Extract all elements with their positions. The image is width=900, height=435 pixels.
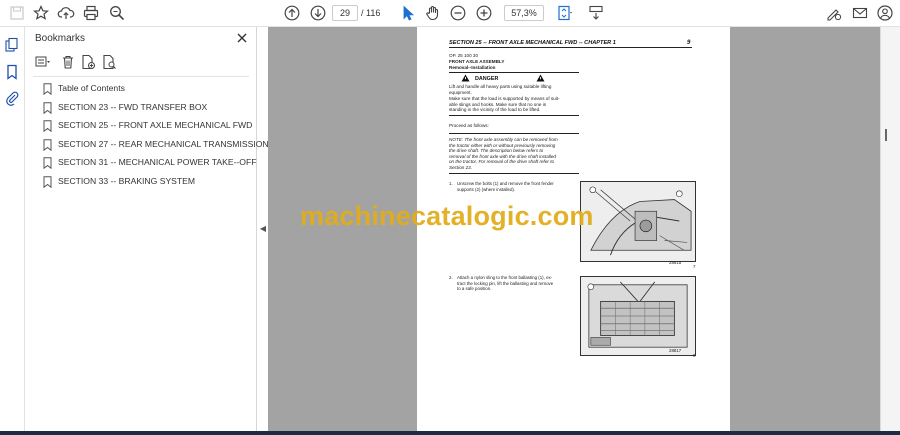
bookmark-icon [43,157,52,169]
bookmark-section-27[interactable]: SECTION 27 -- REAR MECHANICAL TRANSMISSI… [41,137,269,156]
note-text: Section 23. [449,164,472,170]
note-rule [449,133,579,134]
panel-divider [33,76,249,77]
step-text: supports (2) (where installed). [457,186,516,192]
bookmark-label: SECTION 25 -- FRONT AXLE MECHANICAL FWD [58,120,253,130]
bookmark-label: SECTION 33 -- BRAKING SYSTEM [58,175,196,186]
account-icon[interactable] [876,4,894,22]
figure-front-ballasting [580,276,696,356]
bookmark-label: SECTION 23 -- FWD TRANSFER BOX [58,101,208,112]
step-text: Attach a nylon sling to the front ballas… [457,275,553,280]
page-number: 9 [687,40,691,46]
bookmarks-toolbar [33,53,153,73]
step-text: tract the locking pin, lift the ballasti… [457,280,554,286]
delete-bookmark-icon[interactable] [60,54,76,70]
page-header: SECTION 25 -- FRONT AXLE MECHANICAL FWD … [449,40,616,46]
fill-sign-icon[interactable] [825,4,843,22]
find-bookmark-icon[interactable] [101,54,117,70]
bookmark-section-31[interactable]: SECTION 31 -- MECHANICAL POWER TAKE--OFF [41,155,256,174]
bookmark-star-icon[interactable] [32,4,50,22]
bookmark-icon [43,120,52,132]
section-heading: FRONT AXLE ASSEMBLY [449,59,505,64]
collapse-panel-left-icon[interactable]: ◀ [258,223,268,235]
bookmark-label: Table of Contents [58,83,125,93]
print-icon[interactable] [82,4,100,22]
page-number-input[interactable]: 29 [332,5,358,21]
bookmark-icon [43,175,52,188]
page-thumbnails-icon[interactable] [4,37,20,53]
figure-code: 28815 [669,260,682,265]
warning-triangle-icon [536,74,545,82]
proceed-text: Proceed as follows: [449,123,489,128]
warning-triangle-icon [461,74,470,82]
previous-page-icon[interactable] [283,4,301,22]
danger-text: standing in the vicinity of the load to … [449,107,541,112]
danger-text: equipment. [449,89,472,95]
note-end-rule [449,173,579,174]
navigation-rail [0,27,25,433]
zoom-level-input[interactable]: 57,3% [504,5,544,21]
taskbar-edge [0,431,900,435]
figure-code: 28817 [669,348,682,353]
danger-end-rule [449,115,579,116]
bookmarks-panel-icon[interactable] [4,64,20,80]
step-text: Unscrew the bolts (1) and remove the fro… [457,181,554,186]
figure-fender-supports [580,181,696,262]
step-text: to a safe position. [457,286,492,291]
section-subheading: Removal--Installation [449,65,496,70]
hand-tool-icon[interactable] [424,4,442,22]
bookmark-table-of-contents[interactable]: Table of Contents [41,81,256,100]
figure-number: 8 [693,353,696,358]
bookmark-section-33[interactable]: SECTION 33 -- BRAKING SYSTEM [41,174,256,193]
zoom-out-icon[interactable] [449,4,467,22]
bookmark-label: SECTION 31 -- MECHANICAL POWER TAKE--OFF [58,157,257,167]
upload-cloud-icon[interactable] [57,4,75,22]
search-icon[interactable] [108,4,126,22]
main-toolbar: 29 / 116 57,3% [0,0,900,27]
bookmarks-panel: Bookmarks Table of Contents SECTION 23 -… [25,27,269,433]
select-cursor-icon[interactable] [399,4,417,22]
vertical-scrollbar[interactable] [880,27,900,433]
bookmark-icon [43,101,52,114]
bookmark-section-23[interactable]: SECTION 23 -- FWD TRANSFER BOX [41,100,256,119]
page-count: / 116 [361,8,381,18]
scrollbar-thumb[interactable] [885,129,887,141]
bookmark-options-icon[interactable] [35,54,51,70]
bookmarks-title: Bookmarks [35,33,86,44]
bookmark-icon [43,83,52,95]
attachments-icon[interactable] [4,90,20,106]
bookmarks-list: Table of Contents SECTION 23 -- FWD TRAN… [41,81,269,193]
danger-label: DANGER [475,76,499,82]
next-page-icon[interactable] [309,4,327,22]
figure-number: 7 [693,264,696,269]
fit-page-icon[interactable] [556,4,574,22]
close-icon[interactable] [235,31,249,45]
header-rule [449,47,692,48]
bookmark-label: SECTION 27 -- REAR MECHANICAL TRANSMISSI… [58,138,269,149]
zoom-in-icon[interactable] [475,4,493,22]
danger-rule [449,72,579,73]
bookmark-icon [43,138,52,151]
bookmark-section-25[interactable]: SECTION 25 -- FRONT AXLE MECHANICAL FWD [41,118,256,137]
save-icon[interactable] [8,4,26,22]
watermark-text: machinecatalogic.com [300,201,594,231]
email-icon[interactable] [851,4,869,22]
op-code: OP. 25 100 30 [449,53,479,58]
new-bookmark-icon[interactable] [80,54,96,70]
scroll-mode-icon[interactable] [587,4,605,22]
